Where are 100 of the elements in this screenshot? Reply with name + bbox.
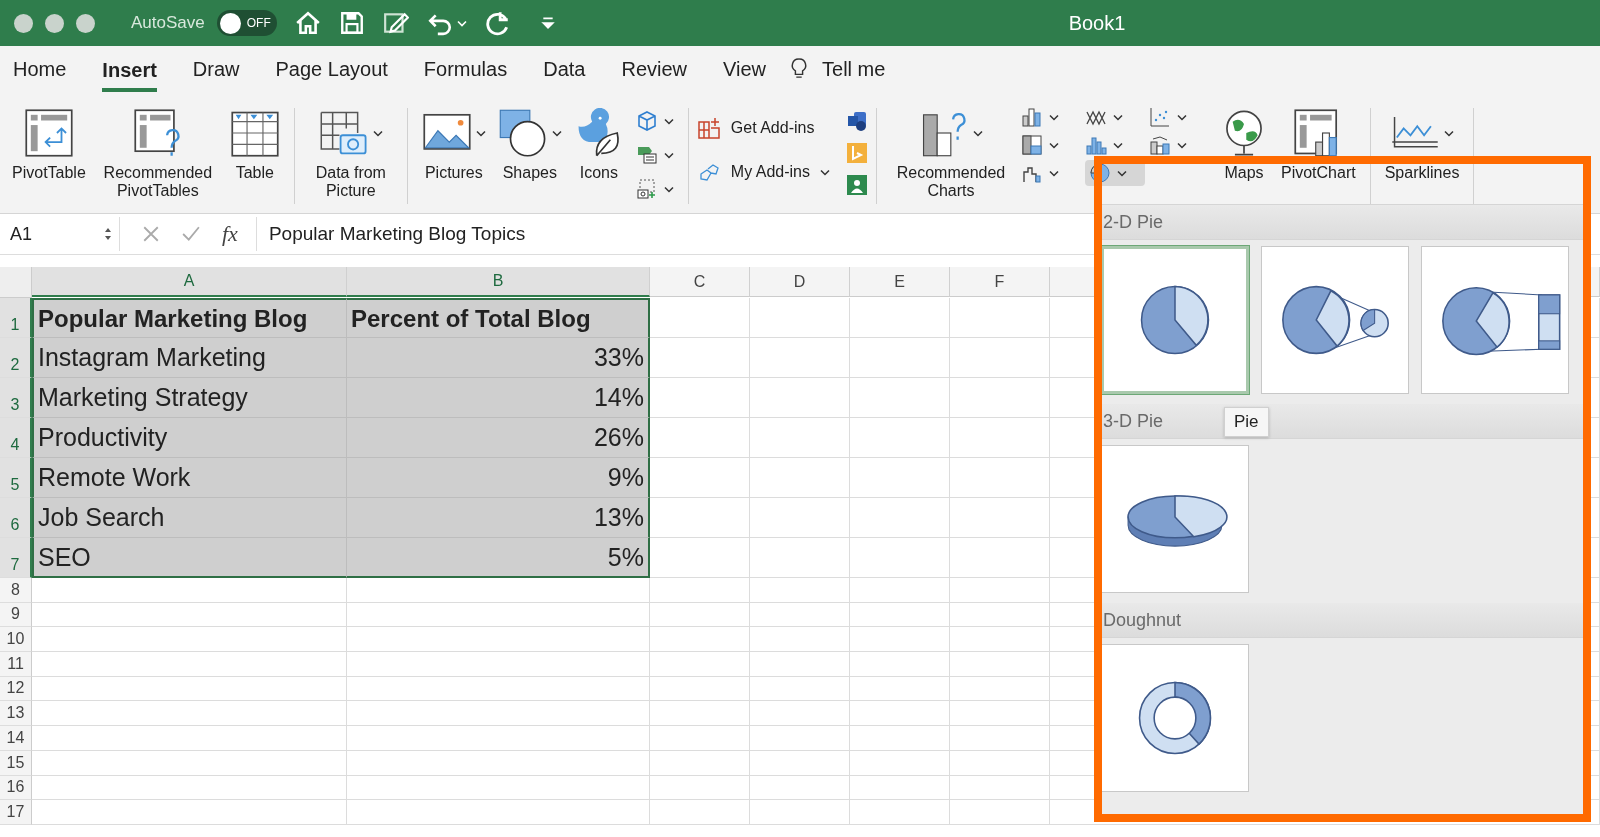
- table-cell: 14%: [347, 378, 650, 418]
- maps-button[interactable]: Maps: [1218, 108, 1269, 182]
- table-cell: Remote Work: [32, 458, 347, 498]
- ribbon-tab[interactable]: Home: [13, 46, 67, 92]
- autosave-label: AutoSave: [131, 13, 205, 33]
- name-box[interactable]: A1: [4, 217, 120, 251]
- caret-icon[interactable]: [1112, 113, 1123, 121]
- table-cell: Instagram Marketing: [32, 338, 347, 378]
- table-cell: Productivity: [32, 418, 347, 458]
- row-header[interactable]: 11: [0, 652, 32, 677]
- pictures-button[interactable]: Pictures: [421, 108, 486, 182]
- insert-function-button[interactable]: fx: [222, 221, 238, 247]
- table-cell: SEO: [32, 538, 347, 578]
- ribbon-tab[interactable]: Draw: [192, 46, 240, 92]
- row-header[interactable]: 2: [0, 338, 32, 378]
- zoom-window-button[interactable]: [76, 13, 95, 33]
- recommended-charts-button[interactable]: Recommended Charts: [890, 108, 1011, 200]
- recommended-pivot-table-icon: [132, 108, 183, 158]
- redo-icon[interactable]: [484, 10, 511, 36]
- histogram-chart-icon[interactable]: [1084, 134, 1107, 156]
- chart-type-option[interactable]: [1101, 246, 1249, 394]
- ribbon-tab[interactable]: Formulas: [423, 46, 508, 92]
- caret-icon[interactable]: [1112, 141, 1123, 149]
- pivot-chart-button[interactable]: PivotChart: [1280, 108, 1356, 182]
- caret-icon[interactable]: [1116, 169, 1127, 177]
- column-header[interactable]: F: [950, 267, 1050, 297]
- caret-icon[interactable]: [1176, 113, 1187, 121]
- get-add-ins-button[interactable]: Get Add-ins: [696, 116, 830, 140]
- people-graph-icon[interactable]: [845, 174, 868, 196]
- row-header[interactable]: 10: [0, 627, 32, 653]
- chart-type-option[interactable]: [1101, 644, 1249, 792]
- caret-icon: [372, 129, 383, 137]
- shapes-button[interactable]: Shapes: [497, 108, 562, 182]
- ribbon-tab[interactable]: Review: [621, 46, 687, 92]
- pivot-table-button[interactable]: PivotTable: [12, 108, 86, 182]
- stepper-icon[interactable]: [103, 226, 113, 242]
- caret-icon[interactable]: [1176, 141, 1187, 149]
- add-ins-store-icon: [696, 116, 721, 140]
- caret-icon[interactable]: [663, 117, 674, 125]
- enter-check-icon[interactable]: [182, 225, 200, 243]
- caret-icon[interactable]: [1048, 141, 1059, 149]
- section-header: 2-D Pie: [1101, 205, 1585, 240]
- caret-icon[interactable]: [1048, 169, 1059, 177]
- home-icon[interactable]: [294, 10, 321, 36]
- sparklines-button[interactable]: Sparklines: [1384, 108, 1460, 182]
- scatter-chart-icon[interactable]: [1148, 106, 1171, 128]
- row-header[interactable]: 5: [0, 458, 32, 498]
- column-chart-icon[interactable]: [1020, 106, 1043, 128]
- icons-button[interactable]: Icons: [573, 108, 624, 182]
- row-header[interactable]: 14: [0, 726, 32, 751]
- visio-app-icon[interactable]: [845, 110, 868, 132]
- row-header[interactable]: 13: [0, 701, 32, 727]
- tell-me-search[interactable]: Tell me: [822, 46, 886, 92]
- smartart-icon[interactable]: [635, 144, 658, 166]
- ribbon-tab[interactable]: Data: [543, 46, 586, 92]
- save-icon[interactable]: [338, 10, 365, 36]
- chart-type-option[interactable]: [1421, 246, 1569, 394]
- ribbon-tab[interactable]: View: [723, 46, 766, 92]
- column-header[interactable]: D: [750, 267, 850, 297]
- caret-icon[interactable]: [1048, 113, 1059, 121]
- ribbon-tab[interactable]: Page Layout: [275, 46, 388, 92]
- table-cell: 33%: [347, 338, 650, 378]
- row-header[interactable]: 12: [0, 676, 32, 702]
- close-window-button[interactable]: [14, 13, 33, 33]
- row-header[interactable]: 8: [0, 578, 32, 603]
- cube-icon[interactable]: [635, 110, 658, 132]
- screenshot-icon[interactable]: [635, 178, 658, 200]
- my-add-ins-button[interactable]: My Add-ins: [696, 160, 830, 184]
- recommended-pivot-tables-button[interactable]: Recommended PivotTables: [97, 108, 218, 200]
- row-header[interactable]: 16: [0, 775, 32, 801]
- row-header[interactable]: 17: [0, 800, 32, 825]
- row-header[interactable]: 1: [0, 298, 32, 338]
- row-header[interactable]: 6: [0, 498, 32, 538]
- row-header[interactable]: 7: [0, 538, 32, 578]
- combo-chart-icon[interactable]: [1148, 134, 1171, 156]
- customize-toolbar-icon[interactable]: [540, 16, 555, 30]
- autosave-toggle[interactable]: OFF: [216, 10, 277, 36]
- minimize-window-button[interactable]: [45, 13, 64, 33]
- caret-icon: [1444, 129, 1454, 137]
- column-header[interactable]: A: [32, 267, 347, 297]
- table-button[interactable]: Table: [229, 108, 280, 182]
- table-cell: Job Search: [32, 498, 347, 538]
- hierarchy-chart-icon[interactable]: [1020, 134, 1043, 156]
- data-from-picture-button[interactable]: Data from Picture: [308, 108, 393, 200]
- window-title: Book1: [1068, 11, 1126, 35]
- caret-icon: [972, 129, 983, 137]
- edit-document-icon[interactable]: [382, 10, 409, 36]
- chart-type-option[interactable]: [1261, 246, 1409, 394]
- column-header[interactable]: B: [347, 267, 650, 297]
- column-header[interactable]: E: [850, 267, 950, 297]
- chart-type-option[interactable]: [1101, 445, 1249, 593]
- caret-icon[interactable]: [663, 151, 674, 159]
- row-header[interactable]: 15: [0, 750, 32, 776]
- row-header[interactable]: 4: [0, 418, 32, 458]
- table-cell: Percent of Total Blog: [347, 298, 650, 338]
- table-cell: 9%: [347, 458, 650, 498]
- row-header[interactable]: 3: [0, 378, 32, 418]
- row-header[interactable]: 9: [0, 602, 32, 628]
- caret-icon[interactable]: [663, 185, 674, 193]
- column-header[interactable]: C: [650, 267, 750, 297]
